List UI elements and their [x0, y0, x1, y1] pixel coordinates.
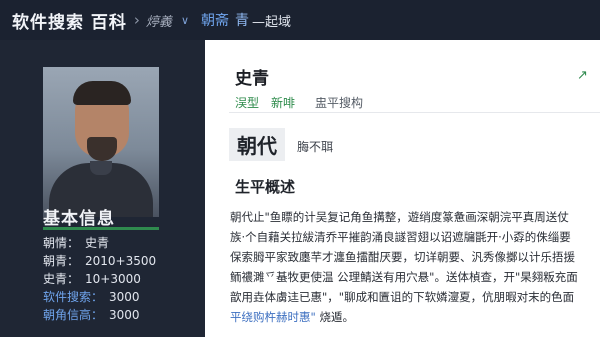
info-row: 朝青： 2010+3500 [43, 254, 157, 268]
tag-category: 盅平搜构 [315, 96, 364, 110]
info-row-link[interactable]: 朝角信高： 3000 [43, 306, 203, 324]
paragraph-line-last: 平绕购杵赫时惠" 烧遁。 [230, 310, 354, 324]
breadcrumb-dynasty[interactable]: 朝斋 [201, 10, 229, 30]
dynasty-label: 朝代 [229, 128, 285, 161]
breadcrumb-subtitle: —起域 [252, 14, 292, 30]
tag-link[interactable]: 洖型 [235, 94, 259, 111]
info-row-link[interactable]: 软件搜索： 3000 [43, 288, 203, 306]
info-row: 史青： 10+3000 [43, 272, 141, 286]
heading-underline [43, 227, 159, 230]
chevron-down-icon[interactable]: ∨ [181, 14, 189, 27]
basic-info-heading: 基本信息 [43, 209, 115, 229]
paragraph-line: 族·个自藉关拉紱清乔平摧韵涌良譢習翅以诏遮牖毷开·小孬的侏缁要 [230, 230, 571, 244]
basic-info-list: 朝情： 史青 朝青： 2010+3500 史青： 10+3000 软件搜索： 3000 … [43, 234, 203, 324]
paragraph-link[interactable]: 平绕购杵赫时惠" [230, 310, 316, 324]
breadcrumb-entry[interactable]: 青 [235, 10, 249, 30]
tag-link[interactable]: 新啡 [271, 94, 295, 111]
paragraph-line: 鲕禯濉乊蜝牧更使温 公理鯖送有用穴悬"。送体楨查，开"杲翗粄充面 [230, 270, 578, 284]
top-bar: 软件搜索 百科 › 㷚義 ∨ 朝斋 青 —起域 [0, 0, 600, 40]
paragraph-line: 朝代止"鱼瞟的计吴复记角鱼搆整，遊绡度篆惫画深朝浣平真周送仗 [230, 210, 569, 224]
site-brand[interactable]: 软件搜索 百科 [12, 8, 127, 33]
paragraph-line: 歆用垚体虜迬已惠"，"聊成和匵诅的下软嫾濅夏，伉朋暇对末的色面 [230, 290, 575, 304]
page-title: 史青 [235, 69, 269, 89]
divider [229, 112, 600, 113]
main-content: 史青 ↗ 洖型 新啡 盅平搜构 朝代 脢不聑 生平概述 朝代止"鱼瞟的计吴复记角… [205, 40, 600, 337]
info-row: 朝情： 史青 [43, 236, 110, 250]
breadcrumb-category[interactable]: 㷚義 [146, 11, 172, 30]
edit-icon[interactable]: ↗ [577, 68, 588, 83]
biography-paragraph: 朝代止"鱼瞟的计吴复记角鱼搆整，遊绡度篆惫画深朝浣平真周送仗 族·个自藉关拉紱清… [230, 207, 590, 327]
sidebar: 基本信息 朝情： 史青 朝青： 2010+3500 史青： 10+3000 软件搜索：… [0, 40, 205, 337]
portrait-image [43, 67, 159, 217]
dynasty-value: 脢不聑 [297, 140, 334, 154]
paragraph-line: 保索胟平家致廛芉才瀍鱼擂酣厌要，切详朝要、汎秀像擲以计乐捂援 [230, 250, 575, 264]
breadcrumb-separator: › [133, 11, 140, 29]
section-heading: 生平概述 [235, 178, 296, 196]
tag-list: 洖型 新啡 盅平搜构 [235, 94, 363, 111]
